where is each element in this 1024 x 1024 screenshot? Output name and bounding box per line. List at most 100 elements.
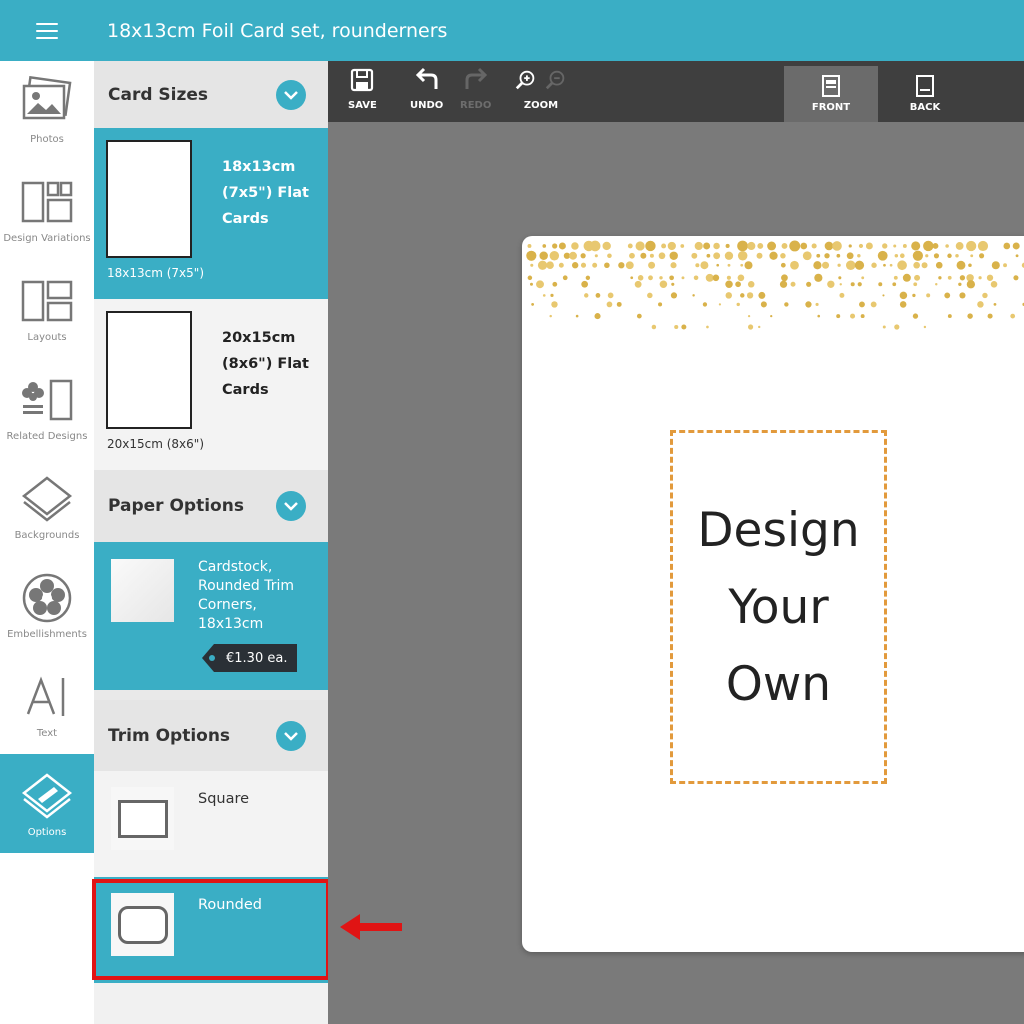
editor-toolbar: SAVE UNDO REDO ZOOM FRONT BACK <box>328 61 1024 122</box>
gold-dot <box>706 325 709 329</box>
gold-dot <box>700 261 709 270</box>
gold-dot <box>681 324 687 330</box>
rail-item-related-designs[interactable]: Related Designs <box>0 358 94 457</box>
design-text-line: Design <box>697 502 860 558</box>
gold-dot <box>979 253 985 259</box>
gold-dot <box>822 261 830 269</box>
gold-dot <box>990 280 998 288</box>
gold-dot <box>926 293 931 298</box>
card-sizes-toggle[interactable] <box>276 79 306 110</box>
gold-dot <box>674 324 679 330</box>
gold-dot <box>871 262 877 268</box>
gold-dot <box>914 274 921 281</box>
gold-dot <box>827 280 835 288</box>
gold-dot <box>894 324 900 330</box>
card-size-caption: 20x15cm (8x6") <box>107 437 204 451</box>
redo-button[interactable]: REDO <box>460 67 491 111</box>
gold-dot <box>938 276 942 280</box>
gold-dot <box>569 251 577 260</box>
gold-dot <box>966 280 976 289</box>
design-text-line: Your <box>728 579 829 635</box>
section-title: Card Sizes <box>108 84 209 105</box>
rail-item-design-variations[interactable]: Design Variations <box>0 160 94 259</box>
gold-dot <box>780 253 786 259</box>
paper-description: Cardstock, Rounded Trim Corners, 18x13cm <box>198 559 295 632</box>
gold-dot <box>758 291 766 299</box>
price-tag: €1.30 ea. <box>202 644 297 672</box>
rail-item-text[interactable]: Text <box>0 655 94 754</box>
gold-dot <box>935 261 943 269</box>
gold-dot <box>725 280 733 289</box>
gold-dot <box>846 252 854 260</box>
gold-dot <box>629 252 635 259</box>
design-your-own-text: Design Your Own <box>697 492 859 723</box>
gold-dot <box>703 242 711 250</box>
paper-options-toggle[interactable] <box>276 491 306 521</box>
gold-dot <box>695 263 700 268</box>
options-icon <box>21 773 73 819</box>
zoom-out-icon[interactable] <box>544 67 568 93</box>
gold-dot <box>630 276 634 280</box>
tab-front[interactable]: FRONT <box>784 66 878 122</box>
gold-dot <box>659 276 663 280</box>
gold-dot <box>968 263 972 268</box>
trim-options-toggle[interactable] <box>276 720 306 751</box>
trim-option-rounded[interactable]: Rounded <box>94 877 328 983</box>
gold-dot <box>736 302 740 307</box>
gold-dot <box>550 293 554 297</box>
card-size-caption: 18x13cm (7x5") <box>107 266 204 280</box>
gold-dot <box>757 243 764 249</box>
gold-dot <box>800 242 808 250</box>
undo-button[interactable]: UNDO <box>410 67 443 111</box>
zoom-in-icon[interactable] <box>514 67 538 93</box>
hamburger-icon <box>36 22 58 39</box>
card-preview[interactable]: Design Your Own <box>522 236 1024 952</box>
menu-button[interactable] <box>0 0 94 61</box>
zoom-controls[interactable]: ZOOM <box>514 67 568 111</box>
gold-dot <box>805 301 812 308</box>
tool-label: SAVE <box>348 100 377 111</box>
rail-item-photos[interactable]: Photos <box>0 61 94 160</box>
chevron-down-icon <box>284 502 298 511</box>
gold-dot <box>781 274 788 282</box>
gold-dot <box>758 325 761 329</box>
gold-dot <box>923 325 927 329</box>
gold-dot <box>902 244 907 248</box>
gold-dot <box>959 275 966 281</box>
card-size-option[interactable]: 20x15cm (8x6") Flat Cards 20x15cm (8x6") <box>94 299 328 470</box>
gold-dot <box>604 262 610 269</box>
gold-dot <box>899 301 907 308</box>
gold-dot <box>648 261 656 269</box>
gold-dot <box>902 273 911 282</box>
gold-foil-dots <box>526 240 1024 330</box>
gold-dot <box>817 314 821 318</box>
gold-dot <box>956 260 966 270</box>
tab-back[interactable]: BACK <box>878 66 972 122</box>
paper-option[interactable]: Cardstock, Rounded Trim Corners, 18x13cm… <box>94 542 328 690</box>
gold-dot <box>625 261 634 270</box>
gold-dot <box>1013 275 1019 281</box>
gold-dot <box>737 274 745 282</box>
rail-item-layouts[interactable]: Layouts <box>0 259 94 358</box>
save-button[interactable]: SAVE <box>348 67 377 111</box>
gold-dot <box>837 263 841 267</box>
gold-dot <box>848 244 852 248</box>
gold-dot <box>670 262 677 269</box>
card-size-option[interactable]: 18x13cm (7x5") Flat Cards 18x13cm (7x5") <box>94 128 328 299</box>
gold-dot <box>735 281 741 288</box>
gold-dot <box>967 313 973 319</box>
gold-dot <box>838 276 842 280</box>
gold-dot <box>635 241 645 251</box>
gold-dot <box>889 263 893 267</box>
gold-dot <box>542 294 546 297</box>
rounded-corner-icon <box>117 905 168 944</box>
rail-item-embellishments[interactable]: Embellishments <box>0 556 94 655</box>
gold-dot <box>680 244 685 248</box>
gold-dot <box>527 275 533 281</box>
section-title: Paper Options <box>108 496 244 516</box>
rail-item-options[interactable]: Options <box>0 754 94 853</box>
design-placeholder-frame[interactable]: Design Your Own <box>670 430 887 784</box>
trim-option-square[interactable]: Square <box>94 771 328 877</box>
design-text-line: Own <box>725 656 832 712</box>
rail-item-backgrounds[interactable]: Backgrounds <box>0 457 94 556</box>
